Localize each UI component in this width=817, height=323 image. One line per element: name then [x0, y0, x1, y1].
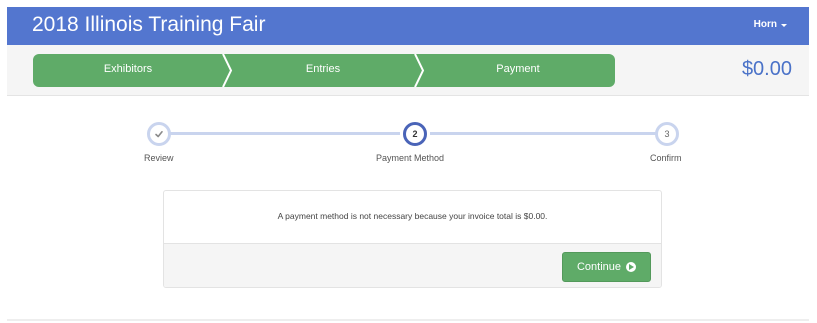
user-menu[interactable]: Horn: [754, 19, 787, 30]
progress-label-payment-method: Payment Method: [376, 153, 445, 163]
app-header: 2018 Illinois Training Fair Horn: [7, 7, 809, 45]
wizard-steps: Exhibitors Entries Payment: [33, 54, 615, 87]
footer-divider: [7, 319, 809, 321]
payment-progress: 2 3 Review Payment Method Confirm: [0, 118, 817, 168]
progress-track-1: [162, 132, 400, 135]
caret-down-icon: [781, 23, 787, 27]
app-title: 2018 Illinois Training Fair: [32, 13, 266, 36]
wizard-step-entries[interactable]: Entries: [228, 63, 418, 75]
continue-label: Continue: [576, 261, 622, 273]
progress-label-confirm: Confirm: [650, 153, 682, 163]
progress-track-2: [430, 132, 666, 135]
payment-panel: A payment method is not necessary becaus…: [163, 190, 662, 288]
continue-button[interactable]: Continue: [562, 252, 651, 282]
panel-footer: Continue: [164, 243, 661, 287]
progress-step-payment-method: 2: [403, 122, 427, 146]
invoice-total: $0.00: [741, 58, 792, 80]
wizard-step-payment[interactable]: Payment: [421, 63, 615, 75]
payment-message: A payment method is not necessary becaus…: [277, 211, 548, 221]
circle-arrow-right-icon: [626, 262, 637, 272]
user-name: Horn: [753, 19, 777, 30]
progress-label-review: Review: [144, 153, 174, 163]
wizard-bar: Exhibitors Entries Payment $0.00: [7, 45, 809, 96]
check-icon: [155, 130, 163, 138]
wizard-step-exhibitors[interactable]: Exhibitors: [33, 63, 223, 75]
progress-step-review: [147, 122, 171, 146]
progress-step-confirm: 3: [655, 122, 679, 146]
